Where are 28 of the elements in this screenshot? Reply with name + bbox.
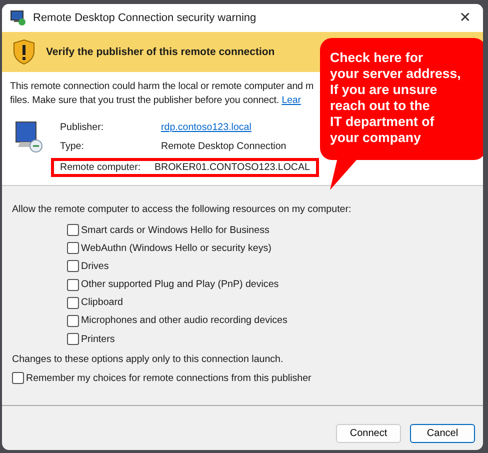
resource-checkbox[interactable]: Microphones and other audio recording devices: [67, 314, 473, 328]
detail-label: Publisher:: [60, 122, 105, 133]
publisher-link[interactable]: rdp.contoso123.local: [161, 122, 252, 133]
resource-checkbox[interactable]: Drives: [67, 259, 473, 274]
banner-text: Verify the publisher of this remote connection: [46, 46, 275, 58]
shield-warning-icon: [13, 39, 35, 65]
resource-checkbox[interactable]: WebAuthn (Windows Hello or security keys): [67, 241, 473, 256]
cancel-button[interactable]: Cancel: [410, 424, 475, 442]
detail-value: BROKER01.CONTOSO123.LOCAL: [154, 162, 310, 173]
resource-checkbox[interactable]: Clipboard: [67, 296, 473, 310]
detail-label: Type:: [60, 141, 85, 152]
resource-checkbox[interactable]: Smart cards or Windows Hello for Business: [67, 223, 473, 237]
resource-checkbox[interactable]: Printers: [67, 332, 473, 346]
window-title: Remote Desktop Connection security warning: [33, 12, 258, 24]
warning-message: files. Make sure that you trust the publisher before you connect.: [10, 95, 280, 106]
resources-prompt: Allow the remote computer to access the following resources on my computer:: [12, 204, 352, 215]
learn-more-link[interactable]: Lear: [282, 95, 301, 106]
connect-button[interactable]: Connect: [336, 424, 401, 442]
callout-text: Check here for your server address, If you are unsure reach out to the IT department of your company: [330, 50, 462, 146]
remember-checkbox[interactable]: Remember my choices for remote connections from this publisher: [12, 371, 473, 386]
detail-label: Remote computer:: [60, 162, 142, 173]
detail-value: Remote Desktop Connection: [161, 141, 286, 152]
computer-icon: [14, 120, 44, 154]
close-button[interactable]: ✕: [455, 10, 475, 26]
resource-checkbox[interactable]: Other supported Plug and Play (PnP) devices: [67, 278, 473, 292]
note-text: Changes to these options apply only to this connection launch.: [12, 354, 284, 366]
warning-message: This remote connection could harm the local or remote computer and m: [10, 81, 314, 92]
monitor-icon: [10, 10, 26, 26]
